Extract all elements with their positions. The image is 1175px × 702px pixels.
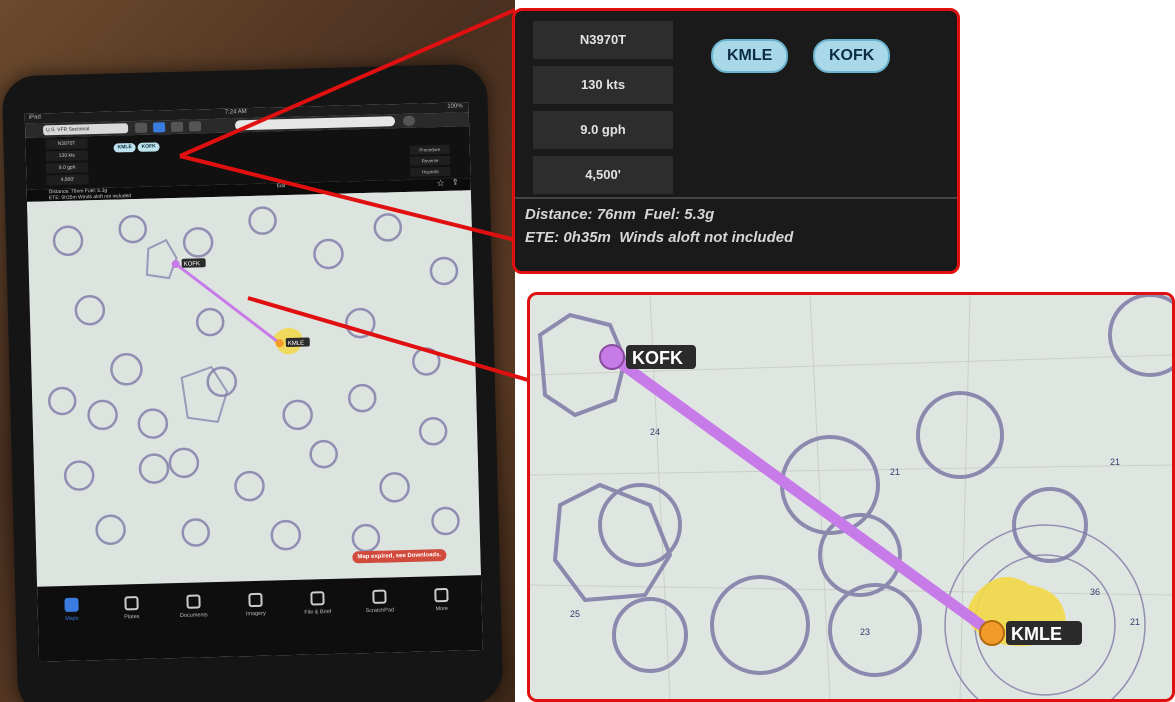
distance-value: 76nm: [596, 206, 636, 223]
fuel-burn[interactable]: 9.0 gph: [533, 111, 673, 149]
ete-line: ETE: 0h35m Winds aloft not included: [525, 229, 793, 246]
chart-number: 23: [860, 627, 870, 637]
waypoint-chip[interactable]: KMLE: [711, 39, 789, 73]
chart-number: 36: [1090, 587, 1100, 597]
cruise-altitude[interactable]: 4,500': [533, 156, 673, 194]
ete-value: 0h35m: [563, 229, 611, 246]
winds-note: Winds aloft not included: [619, 229, 794, 246]
chart-number: 21: [1130, 617, 1140, 627]
zoom-route-panel: N3970T 130 kts 9.0 gph 4,500' KMLE KOFK …: [512, 8, 960, 274]
origin-label: KOFK: [632, 348, 683, 368]
cruise-speed[interactable]: 130 kts: [533, 66, 673, 104]
fuel-value: 5.3g: [684, 206, 715, 223]
fuel-label: Fuel:: [644, 206, 681, 223]
chart-number: 21: [890, 467, 900, 477]
tail-number[interactable]: N3970T: [533, 21, 673, 59]
destination-label: KMLE: [1011, 624, 1062, 644]
waypoint-chip[interactable]: KOFK: [813, 39, 891, 73]
chart-number: 21: [1110, 457, 1120, 467]
zoom-map-svg: KOFK KMLE 24 21 21 25 36 21 23: [530, 295, 1172, 699]
distance-fuel-line: Distance: 76nm Fuel: 5.3g: [525, 206, 714, 223]
zoom-map-panel[interactable]: KOFK KMLE 24 21 21 25 36 21 23: [527, 292, 1175, 702]
ete-label: ETE:: [525, 229, 560, 246]
chart-number: 24: [650, 427, 660, 437]
chart-number: 25: [570, 609, 580, 619]
distance-label: Distance:: [525, 206, 593, 223]
